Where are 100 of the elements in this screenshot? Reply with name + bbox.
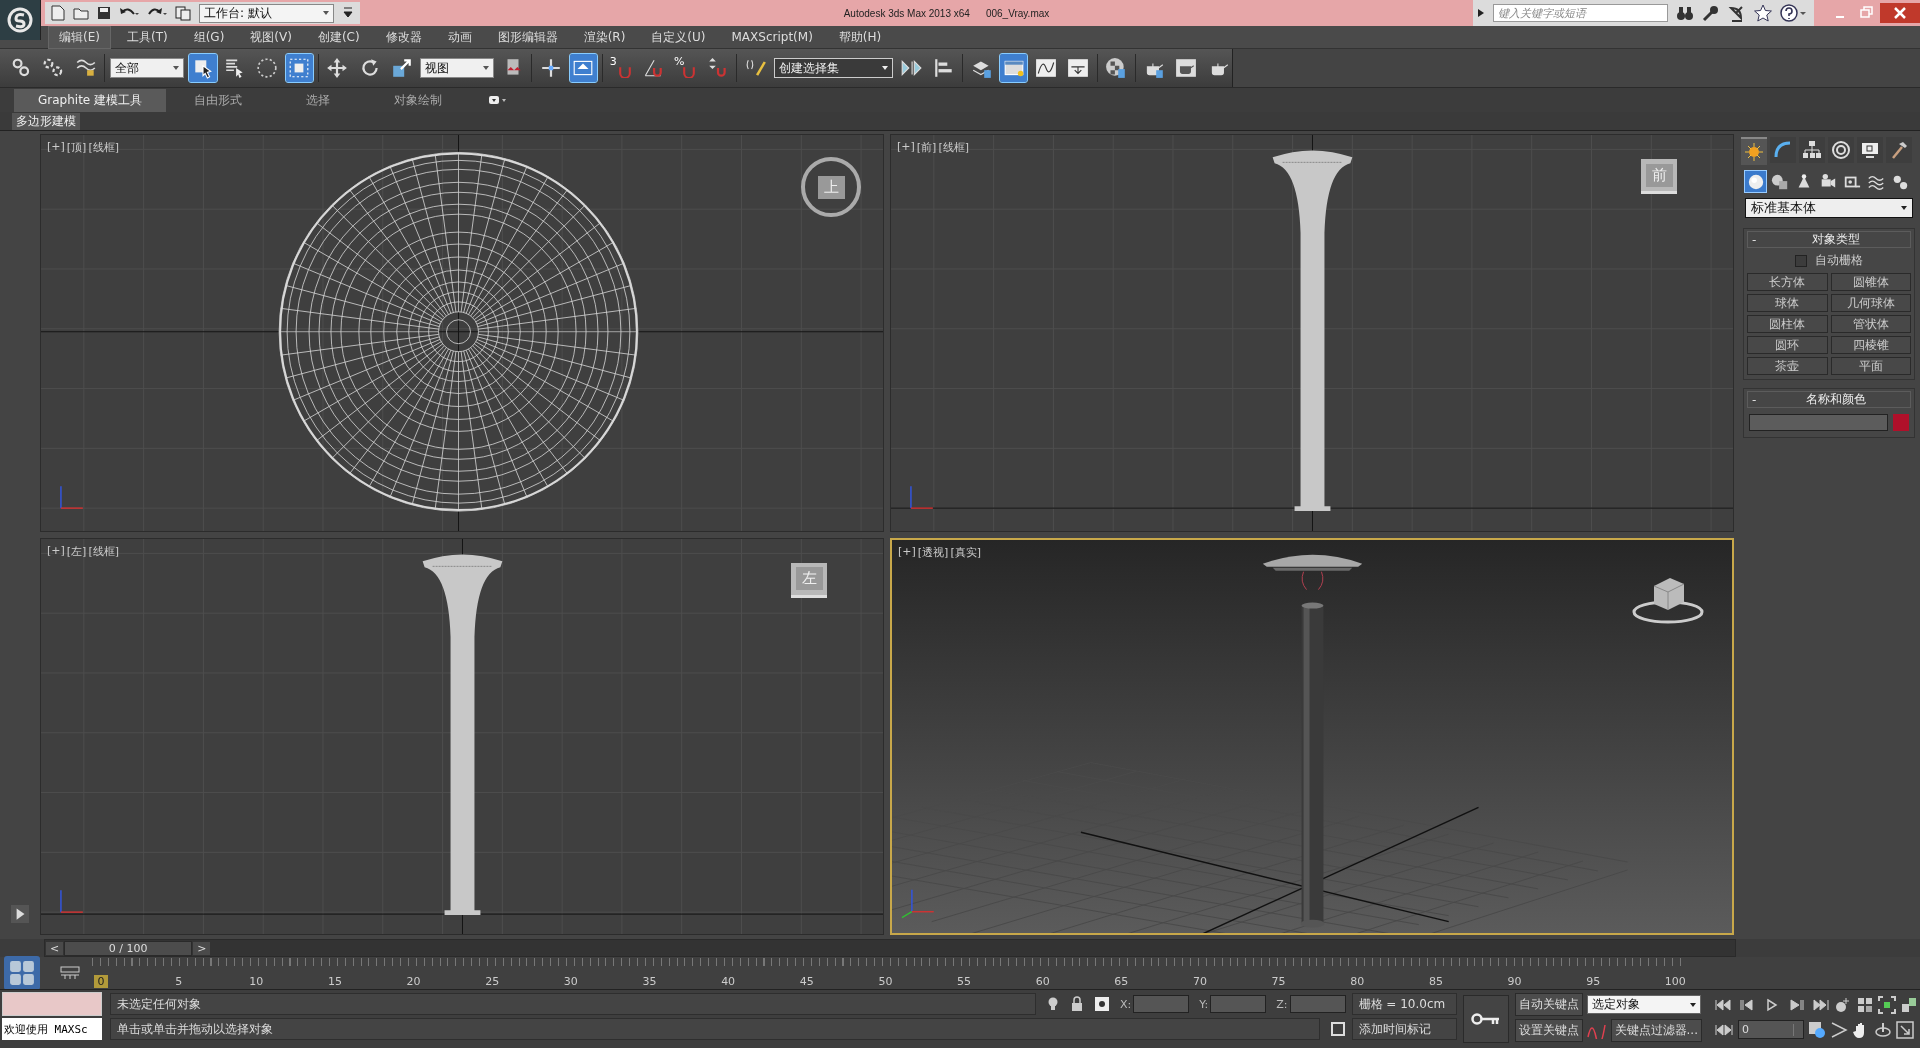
ribbon-options-icon[interactable] xyxy=(488,95,509,105)
close-icon[interactable] xyxy=(1880,3,1920,23)
track-bar-icon[interactable] xyxy=(60,966,80,980)
time-track[interactable]: 0 5 10 15 20 25 30 35 40 45 50 55 60 65 70 75 80 85 90 95 100 xyxy=(92,958,1686,988)
menu-item[interactable]: 帮助(H) xyxy=(828,26,892,48)
menu-item[interactable]: 工具(T) xyxy=(116,26,178,48)
rollout-header[interactable]: - 名称和颜色 xyxy=(1747,391,1911,408)
ribbon-panel-tab[interactable]: 多边形建模 xyxy=(12,112,80,130)
object-type-button[interactable]: 圆环 xyxy=(1747,336,1828,354)
key-icon[interactable] xyxy=(1702,4,1720,22)
object-type-button[interactable]: 几何球体 xyxy=(1830,294,1911,312)
viewport-label[interactable]: [线框] xyxy=(88,140,119,155)
menu-item[interactable]: 图形编辑器 xyxy=(487,26,568,48)
satellite-icon[interactable] xyxy=(1728,4,1746,22)
viewport-label[interactable]: [顶] xyxy=(66,140,87,155)
toolbar-button[interactable]: % xyxy=(671,54,700,82)
menu-item[interactable]: 渲染(R) xyxy=(573,26,636,48)
viewport-layout-button[interactable] xyxy=(4,956,40,990)
goto-start-icon[interactable] xyxy=(1714,998,1734,1012)
viewport-label[interactable]: [透视] xyxy=(917,544,949,560)
menu-item[interactable]: 创建(C) xyxy=(307,26,370,48)
category-button[interactable] xyxy=(1745,171,1766,192)
script-listener[interactable]: 欢迎使用 MAXSc xyxy=(2,1018,102,1040)
menu-item[interactable]: 动画 xyxy=(437,26,482,48)
binoculars-icon[interactable] xyxy=(1676,5,1694,21)
viewport-label[interactable]: [+] xyxy=(897,140,915,155)
named-selection-dropdown[interactable]: 创建选择集 xyxy=(774,58,893,78)
maximize-viewport-icon[interactable] xyxy=(1896,1020,1914,1039)
orbit-icon[interactable] xyxy=(1874,1020,1892,1039)
object-type-button[interactable]: 管状体 xyxy=(1830,315,1911,333)
set-key-mode-button[interactable]: 设置关键点 xyxy=(1514,1019,1583,1042)
subcategory-dropdown[interactable]: 标准基本体 xyxy=(1745,198,1913,218)
object-type-button[interactable]: 平面 xyxy=(1830,357,1911,375)
goto-end-icon[interactable] xyxy=(1810,998,1830,1012)
panel-tab[interactable] xyxy=(1857,137,1883,163)
key-filters-button[interactable]: 关键点过滤器... xyxy=(1610,1019,1702,1042)
help-icon[interactable] xyxy=(1780,4,1806,22)
rollout-header[interactable]: - 对象类型 xyxy=(1747,231,1911,248)
zoom-extents-icon[interactable] xyxy=(1878,996,1896,1014)
project-folder-icon[interactable] xyxy=(175,5,191,21)
viewport-label[interactable]: [+] xyxy=(47,140,65,155)
save-icon[interactable] xyxy=(97,6,111,20)
panel-tab[interactable] xyxy=(1828,137,1854,163)
object-type-button[interactable]: 圆柱体 xyxy=(1747,315,1828,333)
viewport[interactable]: [+] [左] [线框] 左 xyxy=(40,537,884,935)
viewport-label[interactable]: [真实] xyxy=(950,544,981,560)
auto-key-button[interactable]: 自动关键点 xyxy=(1514,993,1583,1016)
menu-item[interactable]: 修改器 xyxy=(375,26,432,48)
viewport-label[interactable]: [线框] xyxy=(938,140,969,155)
key-mode-dropdown[interactable]: 选定对象 xyxy=(1586,995,1701,1014)
workspace-dropdown[interactable]: 工作台: 默认 xyxy=(199,3,334,23)
viewport-label[interactable]: [+] xyxy=(898,544,916,560)
zoom-all-icon[interactable] xyxy=(1856,996,1874,1014)
search-field[interactable]: 键入关键字或短语 xyxy=(1493,4,1668,22)
object-type-button[interactable]: 长方体 xyxy=(1747,273,1828,291)
coordinate-field[interactable] xyxy=(1133,995,1190,1013)
toolbar-dropdown[interactable]: 全部 xyxy=(110,58,185,78)
viewport-label[interactable]: [左] xyxy=(66,543,87,559)
object-type-button[interactable]: 球体 xyxy=(1747,294,1828,312)
viewport-label[interactable]: [前] xyxy=(916,140,937,155)
key-mode-icon[interactable] xyxy=(1714,1022,1734,1037)
cubes-icon[interactable] xyxy=(1900,996,1918,1014)
panel-tab[interactable] xyxy=(1799,137,1825,163)
menu-item[interactable]: 编辑(E) xyxy=(48,25,111,49)
name-field[interactable] xyxy=(1749,414,1888,431)
object-type-button[interactable]: 圆锥体 xyxy=(1830,273,1911,291)
checkbox[interactable] xyxy=(1795,254,1807,267)
lock-icon[interactable] xyxy=(1070,996,1085,1012)
viewport-label[interactable]: [+] xyxy=(47,543,65,559)
object-type-button[interactable]: 四棱锥 xyxy=(1830,336,1911,354)
color-swatch[interactable] xyxy=(1893,414,1909,431)
ribbon-tab[interactable]: 对象绘制 xyxy=(370,88,467,112)
coordinate-field[interactable] xyxy=(1289,995,1346,1013)
coordinate-field[interactable] xyxy=(1210,995,1267,1013)
object-type-button[interactable]: 茶壶 xyxy=(1747,357,1828,375)
ribbon-tab[interactable]: 自由形式 xyxy=(170,88,267,112)
menu-item[interactable]: 组(G) xyxy=(183,26,235,48)
menu-item[interactable]: MAXScript(M) xyxy=(721,28,823,46)
toolbar-button[interactable] xyxy=(189,54,217,82)
viewport[interactable]: [+] [顶] [线框] 上 xyxy=(40,134,884,532)
expand-arrow-icon[interactable] xyxy=(1477,8,1485,18)
toolbar-button[interactable]: 3 xyxy=(607,54,635,82)
menu-item[interactable]: 自定义(U) xyxy=(641,26,716,48)
listener-field[interactable] xyxy=(2,992,102,1016)
app-logo-icon[interactable] xyxy=(0,0,41,40)
toolbar-dropdown[interactable]: 视图 xyxy=(420,58,495,78)
open-folder-icon[interactable] xyxy=(73,6,89,20)
zoom-icon[interactable] xyxy=(1834,996,1852,1014)
panel-tab[interactable] xyxy=(1886,137,1912,163)
star-icon[interactable] xyxy=(1754,4,1772,22)
viewport-label[interactable]: [线框] xyxy=(88,543,119,559)
new-file-icon[interactable] xyxy=(51,5,65,21)
ribbon-tab[interactable]: 选择 xyxy=(270,88,367,112)
frame-spinner[interactable]: 0 xyxy=(1738,1020,1804,1039)
set-key-button[interactable] xyxy=(1462,995,1509,1043)
add-time-tag-button[interactable]: 添加时间标记 xyxy=(1351,1018,1457,1040)
ribbon-tab[interactable]: Graphite 建模工具 xyxy=(14,88,167,112)
menu-item[interactable]: 视图(V) xyxy=(240,26,302,48)
viewport[interactable]: [+] [前] [线框] 前 xyxy=(890,134,1734,532)
key-tangent-icon[interactable] xyxy=(1586,1022,1607,1039)
